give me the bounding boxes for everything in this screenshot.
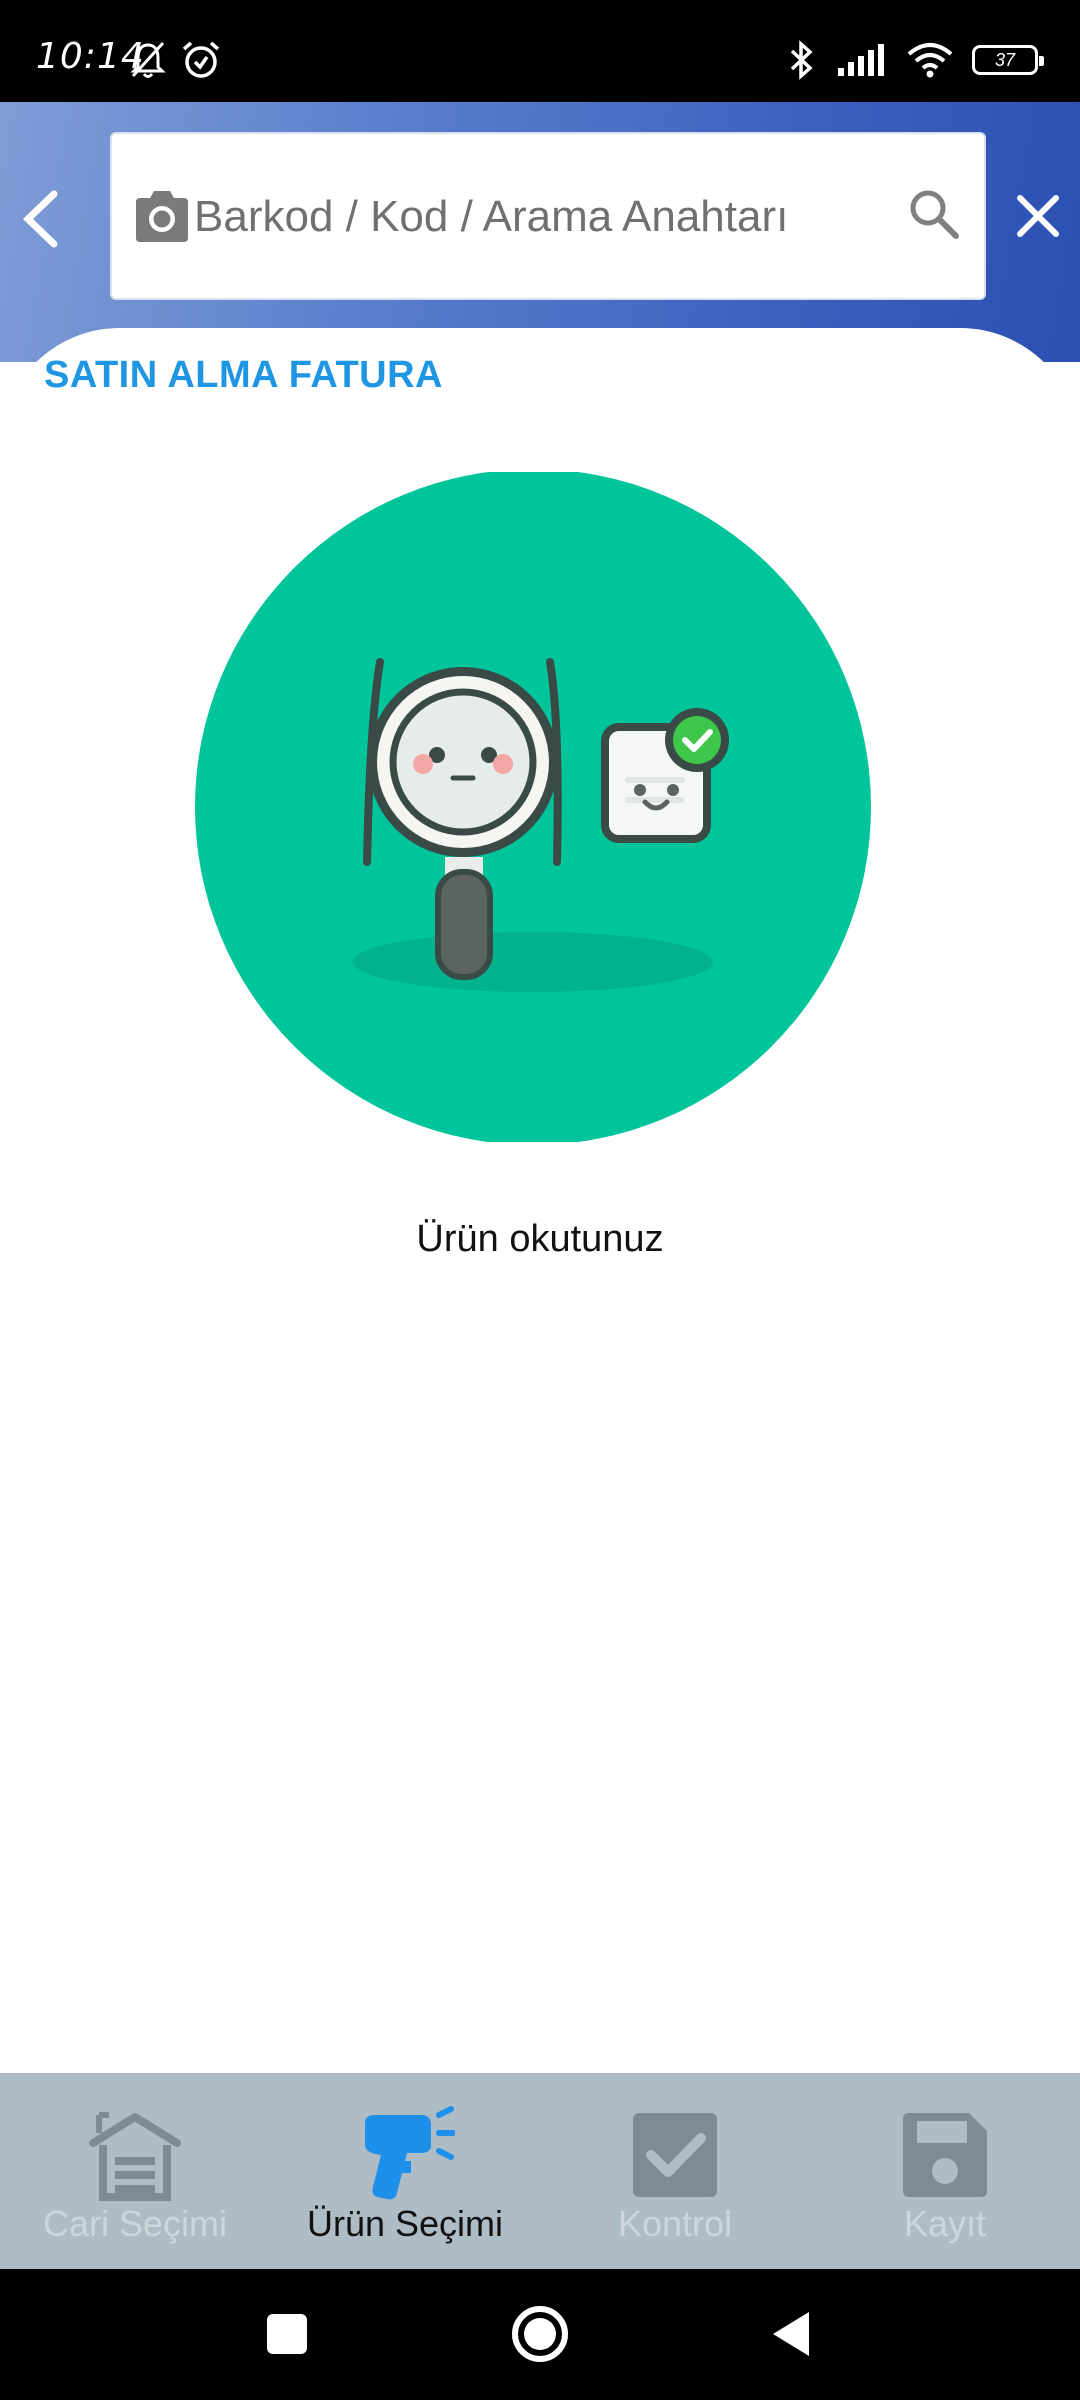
search-icon[interactable] <box>904 184 964 244</box>
bluetooth-icon <box>790 40 813 80</box>
warehouse-icon <box>89 2112 181 2201</box>
empty-state-message: Ürün okutunuz <box>416 1218 664 1260</box>
search-input[interactable] <box>194 174 874 260</box>
close-button[interactable] <box>1008 186 1068 246</box>
back-nav-button[interactable] <box>757 2299 827 2369</box>
nav-item-kayit[interactable]: Kayıt <box>810 2073 1080 2269</box>
signal-icon <box>838 44 884 76</box>
nav-item-urun-secimi[interactable]: Ürün Seçimi <box>270 2073 540 2269</box>
nav-label-cari-secimi: Cari Seçimi <box>42 2203 228 2244</box>
header <box>0 102 1080 362</box>
battery-level: 37 <box>994 49 1016 70</box>
status-bar: 10:14 37 <box>0 0 1080 102</box>
checkbox-icon <box>633 2113 717 2197</box>
bell-off-icon <box>130 41 166 78</box>
save-icon <box>903 2113 987 2197</box>
barcode-scanner-icon <box>365 2106 455 2200</box>
nav-label-kayit: Kayıt <box>903 2203 987 2244</box>
status-icons-right: 37 <box>784 40 1044 80</box>
search-box <box>110 132 986 300</box>
battery-icon: 37 <box>972 45 1044 75</box>
alarm-icon <box>182 41 220 78</box>
back-button[interactable] <box>14 184 68 254</box>
nav-item-kontrol[interactable]: Kontrol <box>540 2073 810 2269</box>
nav-label-kontrol: Kontrol <box>617 2203 733 2244</box>
page-title: SATIN ALMA FATURA <box>44 354 444 396</box>
status-icons-left <box>128 40 222 80</box>
system-navigation-bar <box>0 2269 1080 2400</box>
home-button[interactable] <box>505 2299 575 2369</box>
nav-item-cari-secimi[interactable]: Cari Seçimi <box>0 2073 270 2269</box>
bottom-navigation: Cari Seçimi Ürün Seçimi Kontrol Kayıt <box>0 2073 1080 2269</box>
camera-icon[interactable] <box>132 188 192 244</box>
recent-apps-button[interactable] <box>252 2299 322 2369</box>
empty-state-illustration <box>195 472 871 1142</box>
wifi-icon <box>907 43 953 78</box>
nav-label-urun-secimi: Ürün Seçimi <box>306 2203 504 2244</box>
